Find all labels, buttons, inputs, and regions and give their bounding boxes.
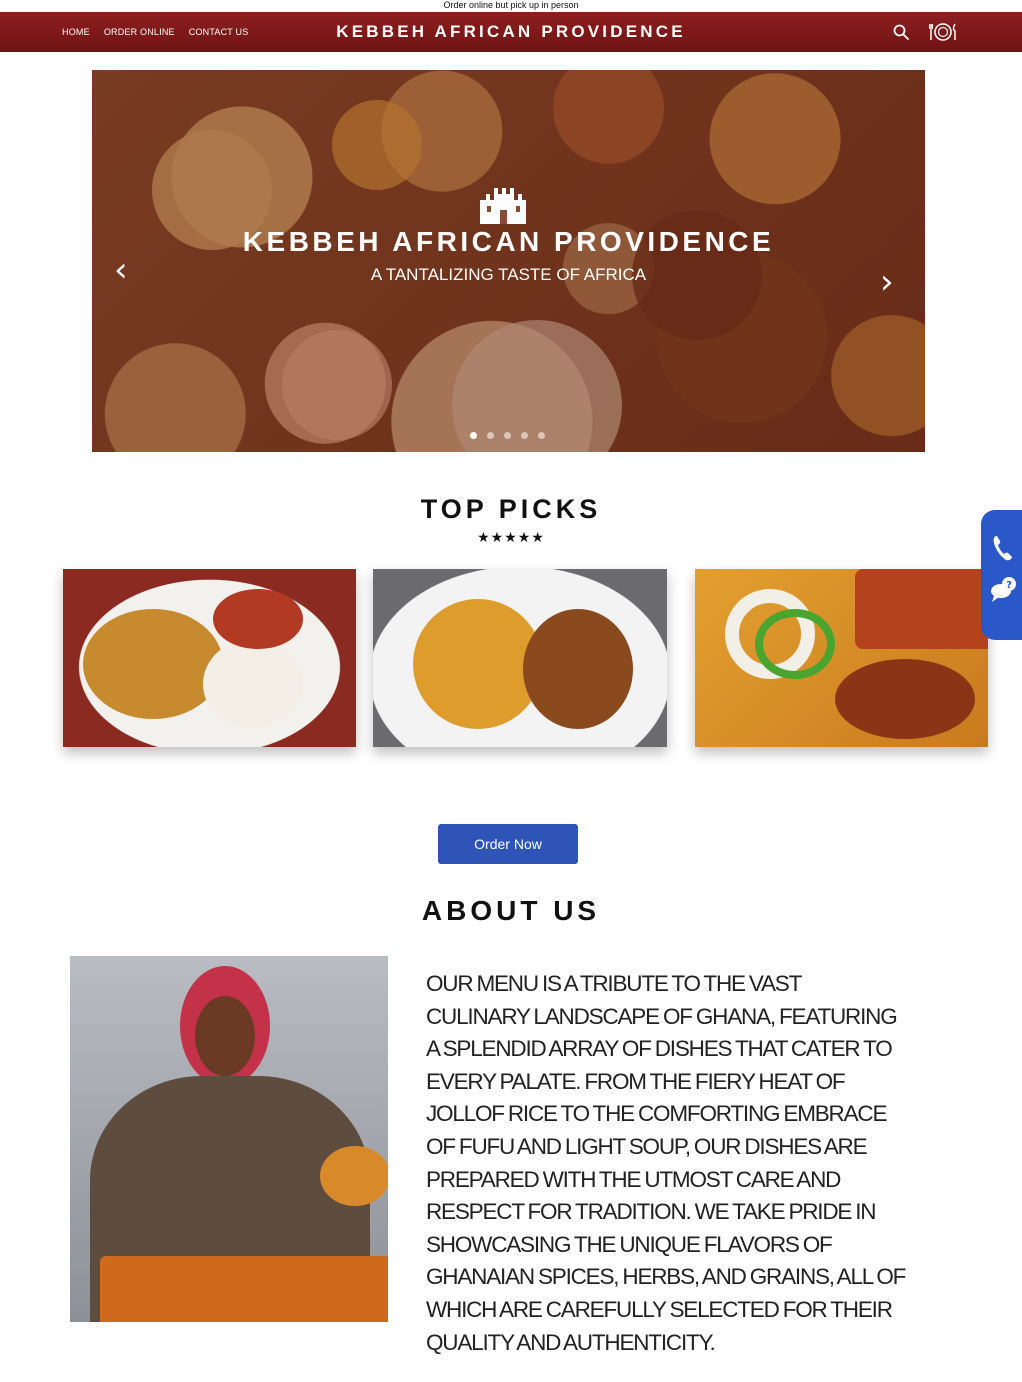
carousel-dot[interactable] bbox=[504, 432, 511, 439]
svg-text:?: ? bbox=[1006, 580, 1012, 591]
photo-face bbox=[195, 996, 255, 1076]
food-beans bbox=[523, 609, 633, 729]
carousel-prev-button[interactable]: ‹ bbox=[114, 253, 128, 287]
hero-carousel: KEBBEH AFRICAN PROVIDENCE A TANTALIZING … bbox=[92, 70, 925, 452]
food-meat bbox=[213, 589, 303, 649]
carousel-dot[interactable] bbox=[521, 432, 528, 439]
food-fish bbox=[835, 659, 975, 739]
food-sauce bbox=[855, 569, 988, 649]
contact-side-widget: ? bbox=[981, 510, 1022, 640]
nav-link-order-online[interactable]: ORDER ONLINE bbox=[104, 27, 175, 37]
food-pepper bbox=[755, 609, 835, 679]
nav-link-home[interactable]: HOME bbox=[62, 27, 90, 37]
food-jollof bbox=[83, 609, 223, 719]
carousel-dots bbox=[470, 432, 545, 439]
rating-stars: ★★★★★ bbox=[477, 530, 545, 546]
top-picks-title: TOP PICKS bbox=[420, 494, 602, 524]
carousel-dot[interactable] bbox=[470, 432, 477, 439]
about-us-title: ABOUT US bbox=[421, 895, 601, 926]
nav-link-contact-us[interactable]: CONTACT US bbox=[189, 27, 249, 37]
carousel-dot[interactable] bbox=[538, 432, 545, 439]
nav-links: HOME ORDER ONLINE CONTACT US bbox=[62, 12, 248, 52]
photo-food-pan bbox=[100, 1256, 388, 1322]
top-pick-card-1[interactable] bbox=[63, 569, 356, 747]
photo-food-tray bbox=[320, 1146, 388, 1206]
food-fufu bbox=[203, 639, 303, 729]
hero-subtitle: A TANTALIZING TASTE OF AFRICA bbox=[370, 265, 647, 284]
main-nav: HOME ORDER ONLINE CONTACT US KEBBEH AFRI… bbox=[0, 12, 1022, 52]
castle-icon bbox=[480, 188, 526, 224]
phone-icon[interactable] bbox=[990, 534, 1014, 562]
plate-cutlery-icon bbox=[929, 23, 956, 41]
hero-title: KEBBEH AFRICAN PROVIDENCE bbox=[242, 226, 775, 257]
hero-overlay bbox=[92, 70, 925, 452]
chat-question-icon[interactable]: ? bbox=[989, 576, 1017, 604]
carousel-next-button[interactable]: › bbox=[880, 265, 894, 299]
top-pick-card-2[interactable] bbox=[373, 569, 667, 747]
about-photo bbox=[70, 956, 388, 1322]
top-notice: Order online but pick up in person bbox=[443, 0, 579, 10]
order-now-button[interactable]: Order Now bbox=[438, 824, 578, 864]
search-icon[interactable] bbox=[892, 23, 910, 41]
top-pick-card-3[interactable] bbox=[695, 569, 988, 747]
about-body-text: Our menu is a tribute to the vast culina… bbox=[426, 971, 906, 1355]
carousel-dot[interactable] bbox=[487, 432, 494, 439]
